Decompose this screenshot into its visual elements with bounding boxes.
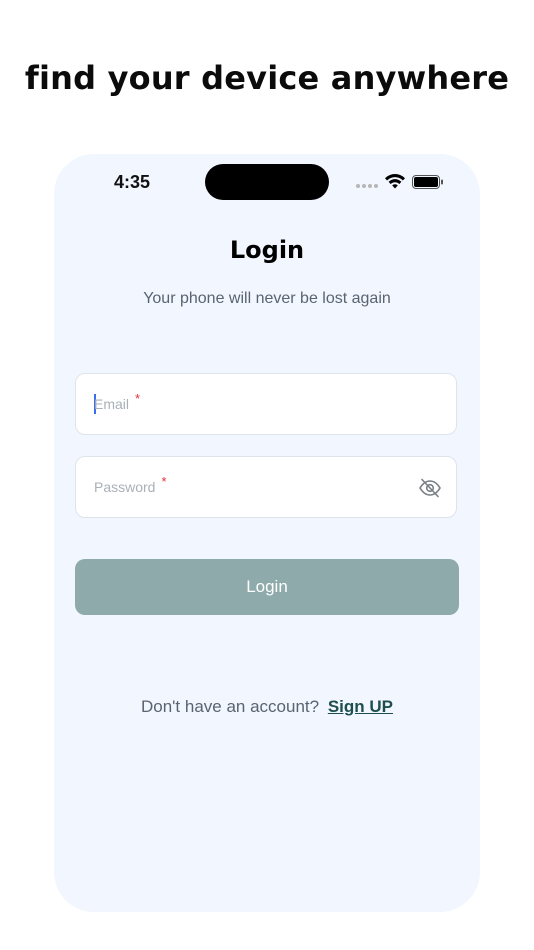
battery-icon — [412, 175, 443, 189]
phone-screen: 4:35 Login Your phone will never be lost… — [54, 154, 480, 912]
password-field[interactable]: Password * — [75, 456, 457, 518]
signup-prompt-text: Don't have an account? — [141, 697, 320, 716]
login-button[interactable]: Login — [75, 559, 459, 615]
password-placeholder-text: Password — [94, 479, 156, 495]
email-placeholder-text: Email — [94, 396, 130, 412]
wifi-icon — [385, 173, 405, 189]
page-subtitle: Your phone will never be lost again — [143, 290, 391, 307]
page-title: Login — [229, 236, 305, 264]
dynamic-island — [205, 164, 329, 200]
required-mark: * — [135, 391, 141, 406]
email-placeholder: Email * — [94, 391, 140, 412]
required-mark: * — [161, 474, 167, 489]
signup-link[interactable]: Sign UP — [328, 697, 393, 716]
email-field[interactable]: Email * — [75, 373, 457, 435]
status-time: 4:35 — [114, 172, 151, 192]
headline: find your device anywhere — [24, 59, 510, 97]
password-placeholder: Password * — [94, 474, 167, 495]
signal-icon — [356, 184, 378, 188]
eye-off-icon[interactable] — [418, 476, 442, 500]
signup-prompt: Don't have an account? Sign UP — [54, 697, 480, 717]
